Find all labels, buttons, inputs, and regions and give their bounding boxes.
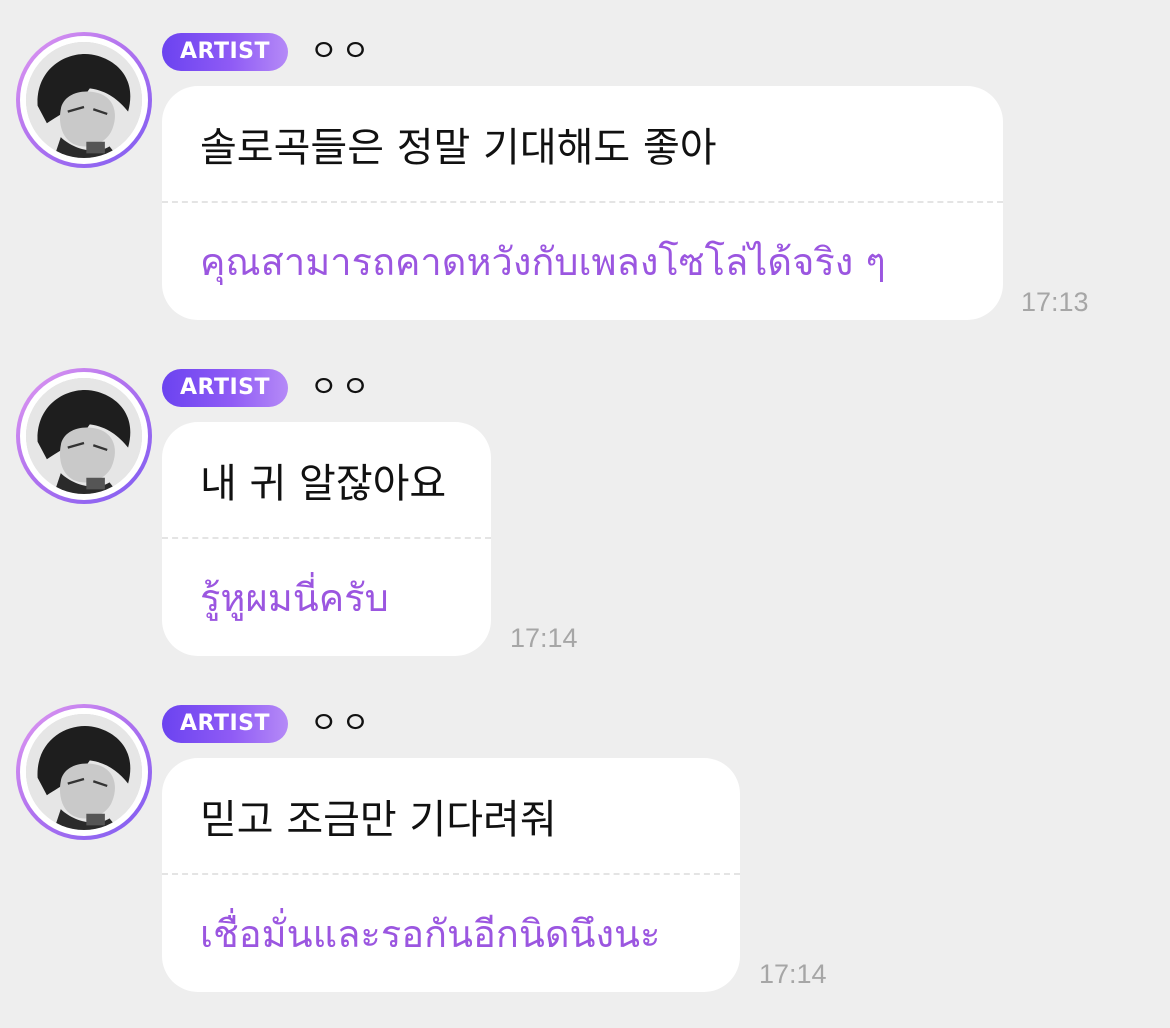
original-text: 솔로곡들은 정말 기대해도 좋아	[200, 124, 717, 171]
translated-text: รู้หูผมนี่ครับ	[200, 576, 389, 620]
avatar-photo	[26, 714, 142, 830]
avatar-photo	[26, 378, 142, 494]
message-bubble[interactable]: 내 귀 알잖아요 รู้หูผมนี่ครับ	[162, 422, 491, 656]
translated-text: เชื่อมั่นและรอกันอีกนิดนึงนะ	[200, 912, 661, 956]
artist-nickname: ㅇㅇ	[310, 370, 374, 405]
message-timestamp: 17:14	[510, 623, 578, 653]
avatar[interactable]	[16, 368, 152, 504]
avatar[interactable]	[16, 32, 152, 168]
message-header: ARTIST ㅇㅇ	[162, 32, 373, 72]
avatar-photo	[26, 42, 142, 158]
profile-photo-icon	[26, 378, 142, 494]
artist-badge: ARTIST	[162, 33, 289, 71]
profile-photo-icon	[26, 714, 142, 830]
avatar[interactable]	[16, 704, 152, 840]
message-header: ARTIST ㅇㅇ	[162, 704, 373, 744]
message-header: ARTIST ㅇㅇ	[162, 368, 373, 408]
artist-badge: ARTIST	[162, 369, 289, 407]
artist-nickname: ㅇㅇ	[310, 706, 374, 741]
original-text: 내 귀 알잖아요	[200, 460, 447, 507]
profile-photo-icon	[26, 42, 142, 158]
message-bubble[interactable]: 믿고 조금만 기다려줘 เชื่อมั่นและรอกันอีกนิดนึงนะ	[162, 758, 740, 992]
artist-badge: ARTIST	[162, 705, 289, 743]
artist-nickname: ㅇㅇ	[310, 34, 374, 69]
message-bubble[interactable]: 솔로곡들은 정말 기대해도 좋아 คุณสามารถคาดหวังกับเพลง…	[162, 86, 1003, 320]
original-text: 믿고 조금만 기다려줘	[200, 796, 557, 843]
translated-text: คุณสามารถคาดหวังกับเพลงโซโล่ได้จริง ๆ	[200, 240, 886, 284]
message-timestamp: 17:14	[759, 959, 827, 989]
message-timestamp: 17:13	[1021, 287, 1089, 317]
